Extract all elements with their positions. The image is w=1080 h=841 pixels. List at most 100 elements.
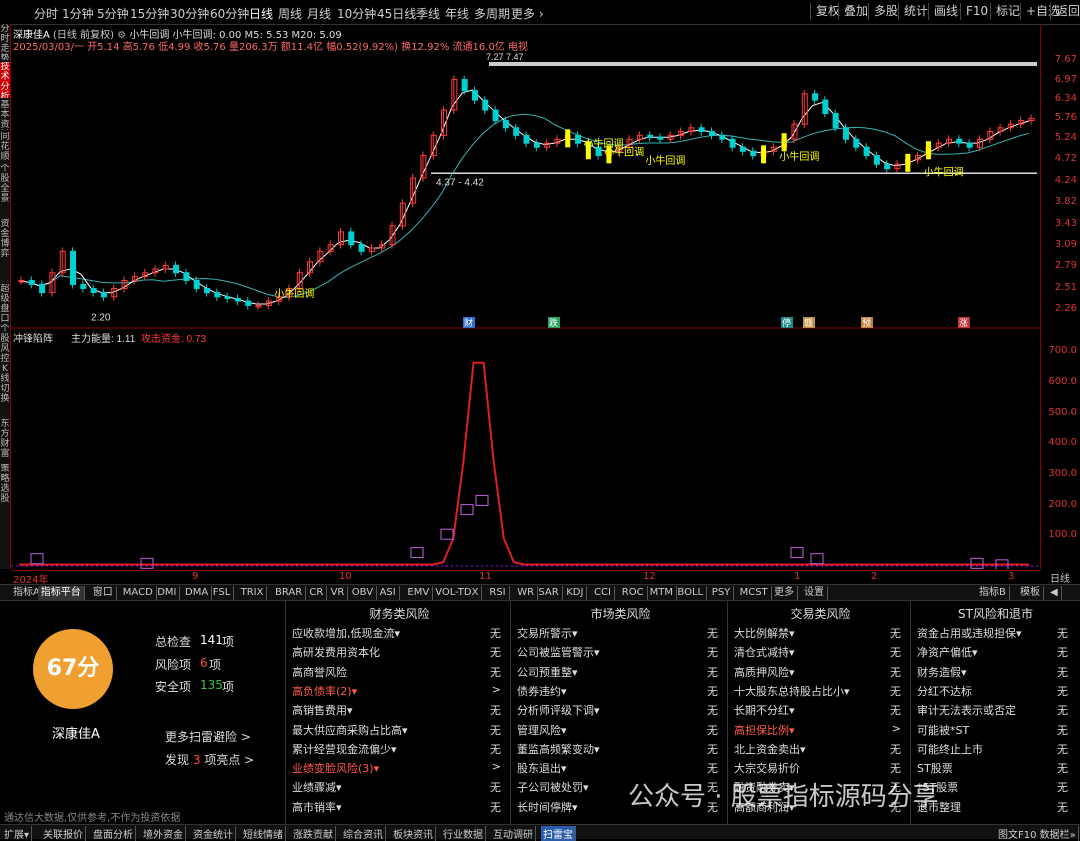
period-tab[interactable]: 45日线 xyxy=(377,5,416,22)
side-tab-item[interactable]: 个股全景 xyxy=(0,164,10,216)
side-tab-item[interactable]: 超级盘口 xyxy=(0,284,10,322)
risk-item[interactable]: ST股票 xyxy=(917,760,953,776)
indicator-tab[interactable]: BRAR xyxy=(272,586,307,600)
indicator-tab-right[interactable]: 指标B xyxy=(976,586,1010,600)
bottom-tab[interactable]: 综合资讯 xyxy=(341,826,386,841)
period-tab[interactable]: 周线 xyxy=(278,5,302,22)
bottom-tab[interactable]: 盘面分析 xyxy=(91,826,136,841)
side-tab-item[interactable]: 分时走势 xyxy=(0,24,10,60)
risk-item[interactable]: 董监高频繁变动▾ xyxy=(517,741,600,757)
side-tab-item[interactable]: 资金博弈 xyxy=(0,219,10,281)
risk-item[interactable]: 长时间停牌▾ xyxy=(517,799,578,815)
indicator-tab[interactable]: 窗口 xyxy=(90,586,117,600)
risk-item[interactable]: 子公司被处罚▾ xyxy=(517,779,589,795)
period-tab[interactable]: 多周期 xyxy=(474,5,510,22)
highlight-link[interactable]: 发现 3 项亮点 > xyxy=(165,751,254,768)
indicator-tab-right[interactable]: 模板 xyxy=(1017,586,1044,600)
period-tab[interactable]: 年线 xyxy=(445,5,469,22)
risk-item[interactable]: 审计无法表示或否定 xyxy=(917,702,1016,718)
indicator-tab[interactable]: CR xyxy=(306,586,328,600)
indicator-tab[interactable]: OBV xyxy=(349,586,378,600)
bottom-right-tab[interactable]: 图文F10 数据栏» xyxy=(996,826,1079,841)
indicator-tab[interactable]: VOL-TDX xyxy=(432,586,483,600)
period-tab[interactable]: 5分钟 xyxy=(97,5,129,22)
indicator-tab[interactable]: MTM xyxy=(647,586,677,600)
risk-item[interactable]: 资金占用或违规担保▾ xyxy=(917,625,1022,641)
indicator-tab[interactable]: 指标平台 xyxy=(37,586,85,600)
indicator-tab[interactable]: MCST xyxy=(737,586,772,600)
risk-item[interactable]: 股东退出▾ xyxy=(517,760,567,776)
period-tab[interactable]: 日线 xyxy=(249,5,273,22)
risk-item[interactable]: 可能被*ST xyxy=(917,722,969,738)
bottom-tab[interactable]: 关联报价 xyxy=(41,826,86,841)
risk-item[interactable]: 清仓式减持▾ xyxy=(734,644,795,660)
bottom-tab[interactable]: 短线情绪 xyxy=(241,826,286,841)
risk-item[interactable]: 累计经营现金流偏少▾ xyxy=(292,741,397,757)
bottom-tab[interactable]: 境外资金 xyxy=(141,826,186,841)
indicator-tab[interactable]: DMI xyxy=(154,586,181,600)
bottom-tab[interactable]: 扫雷宝 xyxy=(541,826,576,841)
indicator-tab[interactable]: KDJ xyxy=(563,586,588,600)
indicator-tab[interactable]: RSI xyxy=(486,586,510,600)
period-tab[interactable]: 10分钟 xyxy=(337,5,376,22)
period-tab[interactable]: 15分钟 xyxy=(130,5,169,22)
risk-item[interactable]: 高市销率▾ xyxy=(292,799,342,815)
risk-item[interactable]: 交易所警示▾ xyxy=(517,625,578,641)
indicator-tab[interactable]: DMA xyxy=(182,586,213,600)
indicator-tab[interactable]: EMV xyxy=(404,586,434,600)
toolbar-button[interactable]: F10 xyxy=(960,3,993,20)
bottom-tab[interactable]: 涨跌贡献 xyxy=(291,826,336,841)
period-tab[interactable]: 月线 xyxy=(307,5,331,22)
risk-item[interactable]: 高研发费用资本化 xyxy=(292,644,380,660)
risk-item[interactable]: 长期不分红▾ xyxy=(734,702,795,718)
risk-item[interactable]: 公司被监管警示▾ xyxy=(517,644,600,660)
risk-item[interactable]: 业绩骤减▾ xyxy=(292,779,342,795)
side-tab-item[interactable]: K线切换 xyxy=(0,364,10,416)
indicator-tab-right[interactable]: ◀ xyxy=(1047,586,1062,600)
period-tab[interactable]: 分时 xyxy=(34,5,58,22)
toolbar-button[interactable]: 返回 xyxy=(1050,3,1080,20)
period-tab[interactable]: 60分钟 xyxy=(210,5,249,22)
indicator-tab[interactable]: FSL xyxy=(210,586,235,600)
risk-item[interactable]: 业绩变脸风险(3)▾ xyxy=(292,760,379,776)
side-tab-item[interactable]: 策略选股 xyxy=(0,464,10,512)
risk-item[interactable]: 分红不达标 xyxy=(917,683,972,699)
indicator-tab[interactable]: BOLL xyxy=(674,586,708,600)
risk-item[interactable]: 高负债率(2)▾ xyxy=(292,683,357,699)
side-tab-item[interactable]: 个股风控 xyxy=(0,324,10,362)
indicator-tab[interactable]: MACD xyxy=(120,586,157,600)
kline-chart-area[interactable]: 深康佳A (日线 前复权) ⚙ 小牛回调 小牛回调: 0.00 M5: 5.53… xyxy=(11,24,1040,569)
risk-item[interactable]: 大宗交易折价 xyxy=(734,760,800,776)
indicator-tab[interactable]: 更多 xyxy=(771,586,798,600)
risk-item[interactable]: 财务造假▾ xyxy=(917,664,967,680)
side-tab-item[interactable]: 技术分析 xyxy=(0,62,10,98)
period-tab[interactable]: 30分钟 xyxy=(170,5,209,22)
risk-item[interactable]: 大比例解禁▾ xyxy=(734,625,795,641)
bottom-tab[interactable]: 扩展▾ xyxy=(2,826,33,841)
indicator-tab[interactable]: PSY xyxy=(709,586,735,600)
bottom-tab[interactable]: 板块资讯 xyxy=(391,826,436,841)
risk-item[interactable]: 公司预重整▾ xyxy=(517,664,578,680)
bottom-tab[interactable]: 行业数据 xyxy=(441,826,486,841)
indicator-tab[interactable]: SAR xyxy=(535,586,563,600)
period-tab[interactable]: 1分钟 xyxy=(62,5,94,22)
period-tab[interactable]: 季线 xyxy=(416,5,440,22)
indicator-tab[interactable]: TRIX xyxy=(238,586,268,600)
indicator-tab[interactable]: ASI xyxy=(377,586,400,600)
side-tab-item[interactable]: 东方财富 xyxy=(0,419,10,461)
indicator-tab[interactable]: VR xyxy=(328,586,349,600)
indicator-tab[interactable]: ROC xyxy=(619,586,648,600)
toolbar-button[interactable]: 画线 xyxy=(928,3,963,20)
risk-item[interactable]: 管理风险▾ xyxy=(517,722,567,738)
side-tab-item[interactable]: 同花顺F10 xyxy=(0,132,10,162)
risk-item[interactable]: 可能终止上市 xyxy=(917,741,983,757)
indicator-tab[interactable]: CCI xyxy=(591,586,615,600)
risk-item[interactable]: 高质押风险▾ xyxy=(734,664,795,680)
more-scan-link[interactable]: 更多扫雷避险 > xyxy=(165,728,251,745)
period-tab[interactable]: 更多 › xyxy=(511,5,544,22)
bottom-tab[interactable]: 资金统计 xyxy=(191,826,236,841)
side-tab-item[interactable]: 基本资料 xyxy=(0,100,10,130)
risk-item[interactable]: 净资产偏低▾ xyxy=(917,644,978,660)
risk-item[interactable]: 债券违约▾ xyxy=(517,683,567,699)
risk-item[interactable]: 分析师评级下调▾ xyxy=(517,702,600,718)
